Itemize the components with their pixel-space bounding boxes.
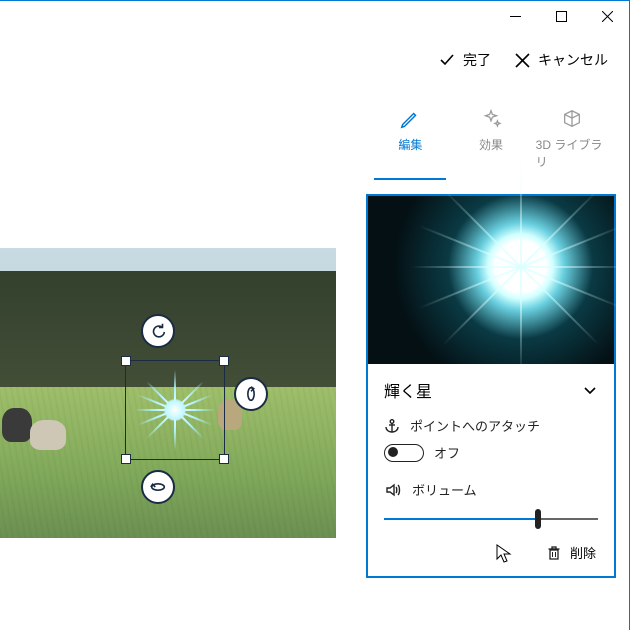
attach-label: ポイントへのアタッチ <box>410 416 540 435</box>
volume-row: ボリューム <box>368 476 614 503</box>
anchor-icon <box>384 418 400 434</box>
mouse-cursor-icon <box>496 544 512 564</box>
sparkle-icon <box>480 108 502 130</box>
x-icon <box>515 53 530 68</box>
photo-subject <box>2 408 32 442</box>
effect-name: 輝く星 <box>384 378 432 402</box>
chevron-down-icon <box>582 382 598 398</box>
rotate-z-handle[interactable] <box>141 314 175 348</box>
rotate-y-handle[interactable] <box>234 377 268 411</box>
resize-handle-tr[interactable] <box>219 356 229 366</box>
resize-handle-tl[interactable] <box>121 356 131 366</box>
volume-label: ボリューム <box>412 480 477 499</box>
minimize-button[interactable] <box>492 0 538 32</box>
window-controls <box>492 0 630 32</box>
trash-icon <box>546 545 562 561</box>
side-panel: 編集 効果 3D ライブラリ 輝く星 ポイントへのアタッチ <box>352 94 630 592</box>
tab-effects[interactable]: 効果 <box>455 108 527 180</box>
tab-effects-label: 効果 <box>479 136 503 153</box>
cancel-button[interactable]: キャンセル <box>515 50 608 70</box>
check-icon <box>439 52 455 68</box>
transform-gizmo[interactable] <box>125 360 225 460</box>
volume-slider-thumb[interactable] <box>535 509 541 529</box>
maximize-button[interactable] <box>538 0 584 32</box>
attach-toggle[interactable] <box>384 444 424 462</box>
effect-preview <box>368 196 614 364</box>
done-label: 完了 <box>463 50 491 70</box>
resize-handle-bl[interactable] <box>121 454 131 464</box>
cancel-label: キャンセル <box>538 50 608 70</box>
attach-state: オフ <box>434 443 460 462</box>
tab-3d-library[interactable]: 3D ライブラリ <box>536 108 608 180</box>
close-button[interactable] <box>584 0 630 32</box>
placed-effect[interactable] <box>145 380 205 440</box>
attach-row: ポイントへのアタッチ <box>368 412 614 439</box>
tab-3d-label: 3D ライブラリ <box>536 136 608 170</box>
photo-subject <box>30 420 66 450</box>
delete-button[interactable]: 削除 <box>570 543 596 562</box>
rotate-x-handle[interactable] <box>141 470 175 504</box>
volume-slider[interactable] <box>384 511 598 527</box>
effect-name-row[interactable]: 輝く星 <box>368 364 614 412</box>
tab-edit[interactable]: 編集 <box>374 108 446 180</box>
attach-toggle-row: オフ <box>368 439 614 466</box>
pencil-icon <box>399 108 421 130</box>
volume-icon <box>384 481 402 499</box>
tab-edit-label: 編集 <box>398 136 422 153</box>
resize-handle-br[interactable] <box>219 454 229 464</box>
cube-icon <box>561 108 583 130</box>
done-button[interactable]: 完了 <box>439 50 491 70</box>
